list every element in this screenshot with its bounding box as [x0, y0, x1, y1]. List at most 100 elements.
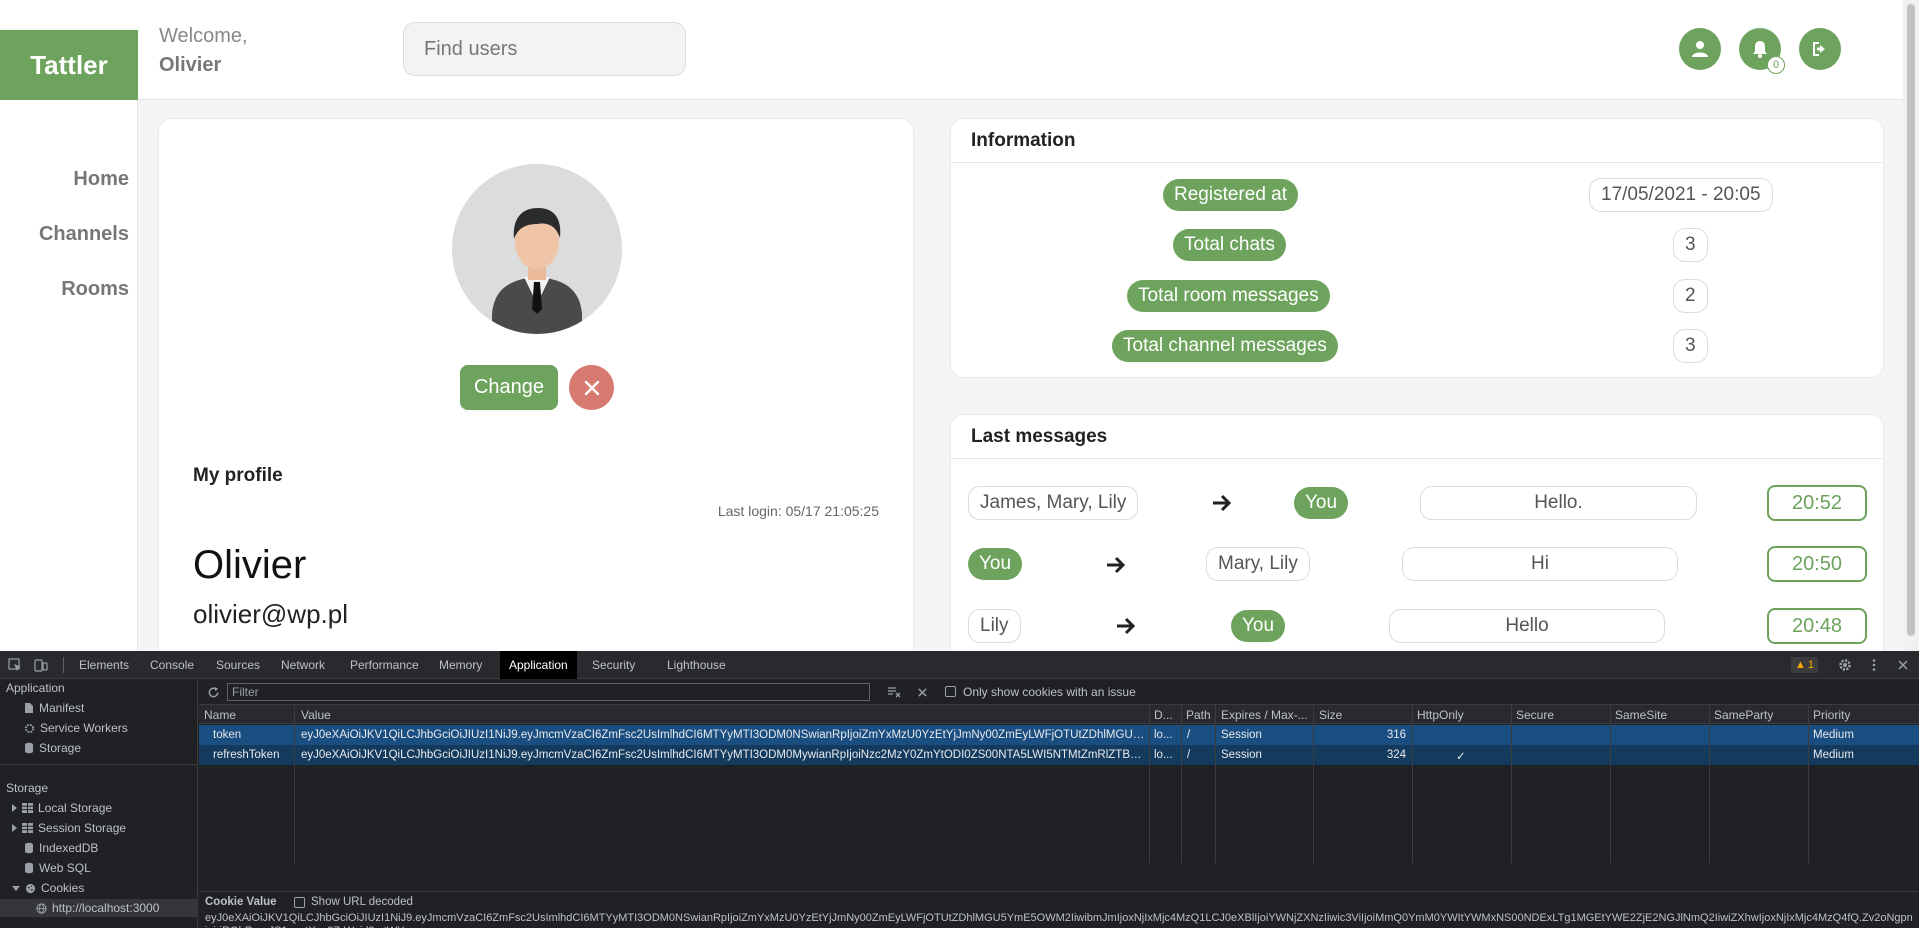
person-avatar-icon	[452, 164, 622, 334]
information-card: Information Registered at 17/05/2021 - 2…	[950, 118, 1884, 378]
column-header[interactable]: SameSite	[1615, 708, 1667, 722]
column-divider[interactable]	[1181, 705, 1182, 863]
inspect-element-button[interactable]	[6, 656, 24, 674]
column-divider[interactable]	[1412, 705, 1413, 863]
cookie-priority: Medium	[1813, 749, 1854, 761]
message-time: 20:50	[1767, 546, 1867, 582]
sidebar-item-indexeddb[interactable]: IndexedDB	[24, 841, 98, 855]
expand-arrow-icon[interactable]	[12, 824, 17, 832]
sidebar-item-web-sql[interactable]: Web SQL	[24, 861, 91, 875]
column-divider[interactable]	[1313, 705, 1314, 863]
device-icon	[34, 659, 48, 672]
nav-home[interactable]: Home	[73, 168, 129, 191]
column-divider[interactable]	[1610, 705, 1611, 863]
column-divider[interactable]	[1709, 705, 1710, 863]
column-header[interactable]: Value	[301, 708, 331, 722]
profile-email: olivier@wp.pl	[193, 599, 348, 629]
column-divider[interactable]	[1215, 705, 1216, 863]
close-icon	[584, 380, 599, 395]
message-text: Hello.	[1420, 486, 1697, 520]
storage-section-heading: Storage	[6, 781, 49, 795]
nav-channels[interactable]: Channels	[39, 223, 129, 246]
find-users-input[interactable]	[403, 22, 686, 76]
tab-performance[interactable]: Performance	[350, 651, 419, 679]
warning-count: 1	[1807, 659, 1815, 671]
cookies-table: Name Value D... Path Expires / Max-... S…	[199, 705, 1919, 863]
clear-filtered-cookies-button[interactable]	[885, 683, 903, 701]
tab-sources[interactable]: Sources	[216, 651, 260, 679]
tab-security[interactable]: Security	[592, 651, 635, 679]
refresh-button[interactable]	[204, 683, 222, 701]
remove-avatar-button[interactable]	[569, 365, 614, 410]
tab-divider	[63, 657, 64, 673]
info-label-channel-messages: Total channel messages	[1112, 330, 1338, 362]
sidebar-item-cookie-origin[interactable]: http://localhost:3000	[0, 899, 198, 917]
settings-button[interactable]	[1836, 656, 1854, 674]
column-divider[interactable]	[1808, 705, 1809, 863]
collapse-arrow-icon[interactable]	[12, 885, 20, 891]
tab-memory[interactable]: Memory	[439, 651, 482, 679]
devtools-panel: Elements Console Sources Network Perform…	[0, 651, 1919, 928]
message-to: Mary, Lily	[1206, 547, 1310, 581]
scrollbar-thumb[interactable]	[1907, 4, 1915, 636]
cookie-filter-input[interactable]	[227, 683, 870, 701]
globe-icon	[36, 902, 47, 914]
delete-all-cookies-button[interactable]	[913, 683, 931, 701]
column-divider[interactable]	[294, 705, 295, 863]
sidebar-item-local-storage[interactable]: Local Storage	[12, 801, 112, 815]
column-header[interactable]: HttpOnly	[1417, 708, 1464, 722]
sidebar-item-manifest[interactable]: Manifest	[24, 701, 84, 715]
information-header: Information	[951, 119, 1883, 163]
column-header[interactable]: D...	[1154, 708, 1173, 722]
cookie-name: refreshToken	[213, 749, 280, 761]
profile-button[interactable]	[1679, 28, 1721, 70]
cookie-size: 324	[1386, 749, 1406, 761]
arrow-right-icon	[1213, 494, 1232, 512]
sidebar-item-storage[interactable]: Storage	[24, 741, 81, 755]
column-header[interactable]: SameParty	[1714, 708, 1773, 722]
sidebar-item-service-workers[interactable]: Service Workers	[24, 721, 128, 735]
cookie-domain: lo...	[1154, 749, 1173, 761]
column-header[interactable]: Name	[204, 708, 236, 722]
change-avatar-button[interactable]: Change	[460, 365, 558, 410]
column-header[interactable]: Expires / Max-...	[1221, 708, 1311, 722]
warnings-badge[interactable]: ▲ 1	[1791, 657, 1819, 673]
kebab-menu-icon	[1872, 659, 1876, 671]
expand-arrow-icon[interactable]	[12, 804, 17, 812]
column-divider[interactable]	[1149, 705, 1150, 863]
column-header[interactable]: Size	[1319, 708, 1342, 722]
tab-network[interactable]: Network	[281, 651, 325, 679]
arrow-right-icon	[1117, 617, 1136, 635]
brand-logo[interactable]: Tattler	[0, 30, 138, 100]
column-header[interactable]: Priority	[1813, 708, 1850, 722]
sidebar-item-label: Manifest	[39, 701, 85, 715]
tab-elements[interactable]: Elements	[79, 651, 129, 679]
table-row[interactable]: refreshToken eyJ0eXAiOiJKV1QiLCJhbGciOiJ…	[199, 745, 1919, 765]
notifications-button[interactable]: 0	[1739, 28, 1785, 74]
sidebar-item-session-storage[interactable]: Session Storage	[12, 821, 126, 835]
close-devtools-button[interactable]	[1894, 656, 1912, 674]
show-url-decoded-checkbox[interactable]	[294, 897, 305, 908]
cookie-icon	[25, 883, 36, 893]
cookie-priority: Medium	[1813, 729, 1854, 741]
table-row[interactable]: token eyJ0eXAiOiJKV1QiLCJhbGciOiJIUzI1Ni…	[199, 725, 1919, 745]
document-icon	[25, 703, 33, 713]
column-header[interactable]: Secure	[1516, 708, 1554, 722]
cookie-size: 316	[1386, 729, 1406, 741]
only-issues-checkbox[interactable]	[945, 686, 956, 697]
logout-button[interactable]	[1799, 28, 1841, 70]
tab-console[interactable]: Console	[150, 651, 194, 679]
cookie-value-text[interactable]: eyJ0eXAiOiJKV1QiLCJhbGciOiJIUzI1NiJ9.eyJ…	[205, 912, 1915, 928]
page-scrollbar[interactable]	[1903, 0, 1919, 651]
column-header[interactable]: Path	[1186, 708, 1211, 722]
more-options-button[interactable]	[1865, 656, 1883, 674]
nav-rooms[interactable]: Rooms	[61, 278, 129, 301]
column-divider[interactable]	[1511, 705, 1512, 863]
message-to: You	[1231, 610, 1286, 642]
profile-card: Change My profile Last login: 05/17 21:0…	[158, 118, 914, 651]
tab-application[interactable]: Application	[500, 651, 577, 679]
database-icon	[25, 742, 33, 754]
sidebar-item-cookies[interactable]: Cookies	[12, 881, 84, 895]
device-toolbar-button[interactable]	[32, 656, 50, 674]
tab-lighthouse[interactable]: Lighthouse	[667, 651, 726, 679]
